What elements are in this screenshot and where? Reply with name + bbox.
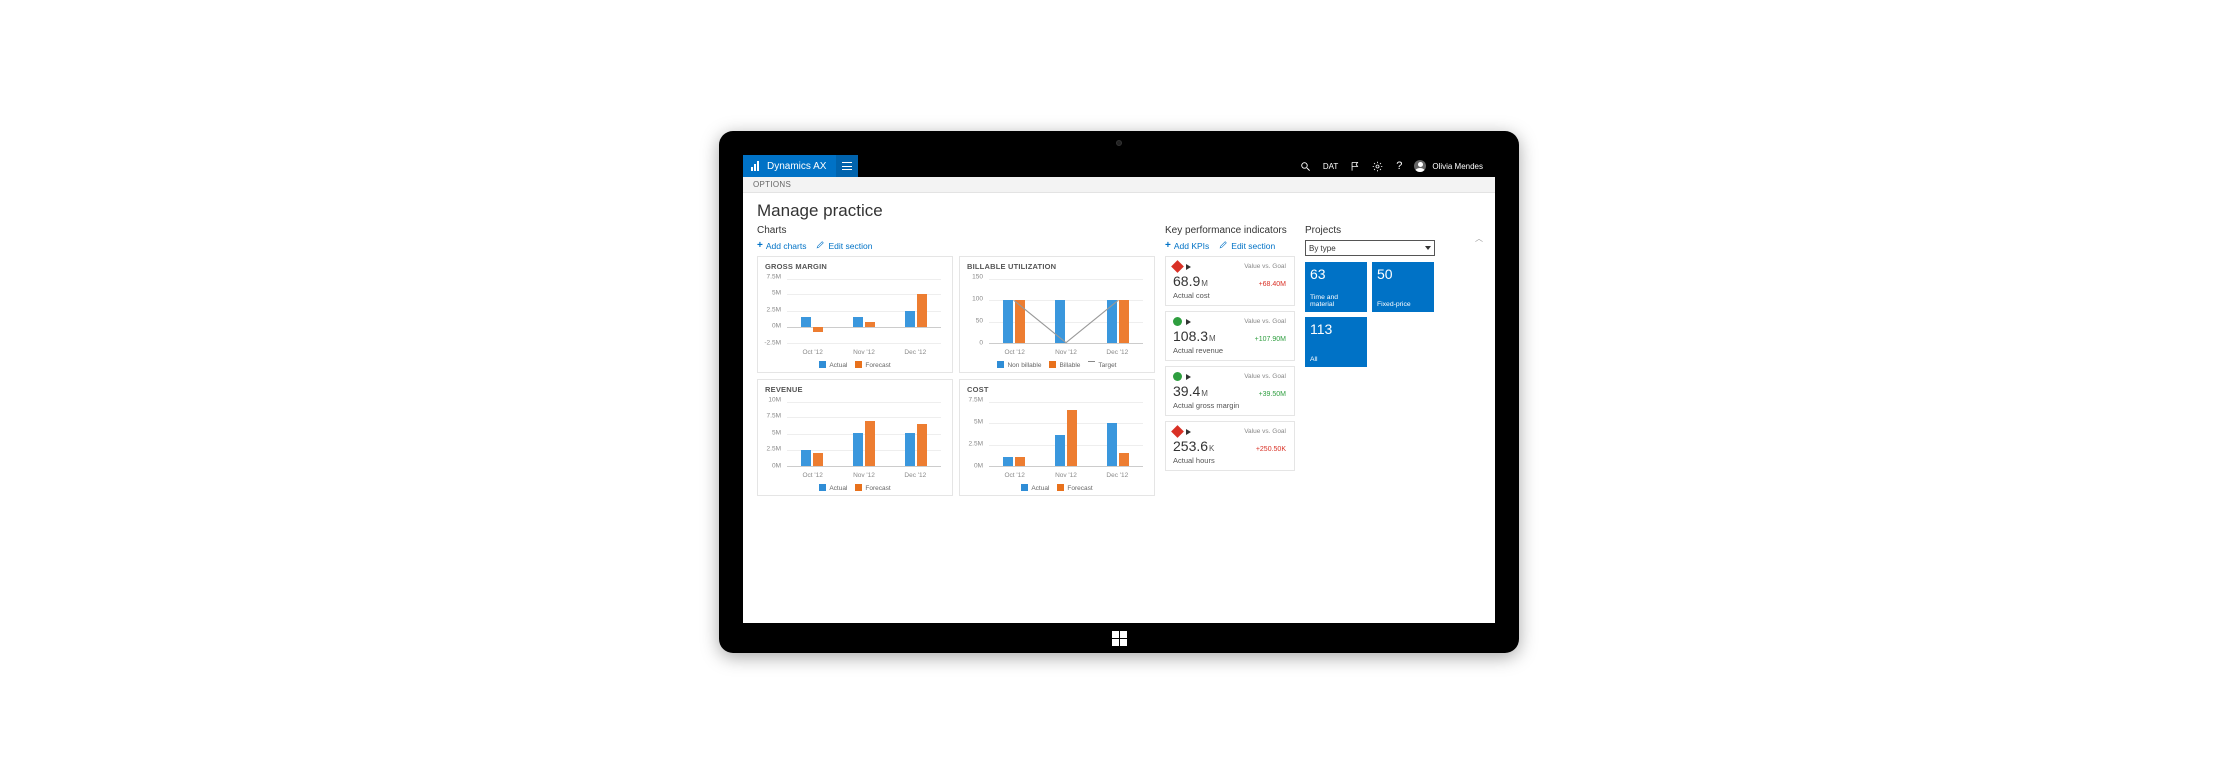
projects-title: Projects [1305,225,1481,236]
bezel-bottom [719,623,1519,653]
kpi-delta: +39.50M [1259,391,1286,398]
flag-button[interactable] [1344,155,1366,177]
scroll-up-icon[interactable]: ︿ [1475,233,1483,244]
nav-menu-button[interactable] [836,155,858,177]
project-tile[interactable]: 63 Time and material [1305,262,1367,312]
chart-revenue[interactable]: REVENUE 10M 7.5M 5M 2.5M 0M [757,379,953,496]
project-tile[interactable]: 113 All [1305,317,1367,367]
kpi-card[interactable]: Value vs. Goal253.6K+250.50KActual hours [1165,421,1295,471]
add-kpis-button[interactable]: +Add KPIs [1165,241,1209,251]
kpi-card[interactable]: Value vs. Goal108.3M+107.90MActual reven… [1165,311,1295,361]
plus-icon: + [1165,242,1171,250]
play-icon [1186,429,1191,435]
help-button[interactable]: ? [1388,155,1410,177]
billable-plot: 150 100 50 0 [967,273,1147,359]
windows-button[interactable] [1112,631,1127,646]
app-bar: Dynamics AX DAT ? Ol [743,155,1495,177]
kpi-label: Actual revenue [1173,346,1287,355]
chart-cost[interactable]: COST 7.5M 5M 2.5M 0M [959,379,1155,496]
user-name: Olivia Mendes [1432,162,1483,171]
charts-section: Charts +Add charts Edit section GROSS MA… [757,225,1155,496]
brand[interactable]: Dynamics AX [743,155,836,177]
brand-text: Dynamics AX [767,161,826,172]
kpi-delta: +250.50K [1256,446,1286,453]
tablet-device: Dynamics AX DAT ? Ol [719,131,1519,653]
plus-icon: + [757,242,763,250]
diamond-icon [1171,260,1184,273]
project-tile[interactable]: 50 Fixed-price [1372,262,1434,312]
projects-filter-select[interactable]: By type [1305,240,1435,256]
company-selector[interactable]: DAT [1317,155,1344,177]
gross-margin-plot: 7.5M 5M 2.5M 0M -2.5M [765,273,945,359]
edit-kpis-button[interactable]: Edit section [1219,240,1275,251]
tile-count: 113 [1310,321,1362,337]
pencil-icon [816,240,825,251]
charts-title: Charts [757,225,1155,236]
user-menu[interactable]: Olivia Mendes [1410,155,1495,177]
tile-count: 50 [1377,266,1429,282]
value-vs-goal-label: Value vs. Goal [1244,318,1286,325]
tile-label: All [1310,356,1362,363]
tile-count: 63 [1310,266,1362,282]
flag-icon [1350,161,1361,172]
page-title: Manage practice [757,201,1481,221]
kpi-card[interactable]: Value vs. Goal39.4M+39.50MActual gross m… [1165,366,1295,416]
kpi-title: Key performance indicators [1165,225,1295,236]
value-vs-goal-label: Value vs. Goal [1244,263,1286,270]
projects-section: Projects By type 63 Time and material 50 Fi… [1305,225,1481,496]
chart-billable-utilization[interactable]: BILLABLE UTILIZATION 150 100 50 0 [959,256,1155,373]
play-icon [1186,374,1191,380]
kpi-label: Actual cost [1173,291,1287,300]
tile-label: Time and material [1310,294,1362,308]
chevron-down-icon [1425,246,1431,250]
kpi-section: Key performance indicators +Add KPIs Edi… [1165,225,1295,496]
workspace: Manage practice Charts +Add charts Edit … [743,193,1495,623]
kpi-delta: +107.90M [1255,336,1286,343]
dot-icon [1173,317,1182,326]
brand-logo-icon [751,161,761,171]
add-charts-button[interactable]: +Add charts [757,241,806,251]
dot-icon [1173,372,1182,381]
app-screen: Dynamics AX DAT ? Ol [743,155,1495,623]
play-icon [1186,319,1191,325]
pencil-icon [1219,240,1228,251]
kpi-delta: +68.40M [1259,281,1286,288]
play-icon [1186,264,1191,270]
search-icon [1300,161,1311,172]
edit-charts-button[interactable]: Edit section [816,240,872,251]
kpi-card[interactable]: Value vs. Goal68.9M+68.40MActual cost [1165,256,1295,306]
value-vs-goal-label: Value vs. Goal [1244,428,1286,435]
avatar-icon [1414,160,1426,172]
search-button[interactable] [1295,155,1317,177]
camera-icon [1116,140,1122,146]
hamburger-icon [842,162,852,170]
chart-gross-margin[interactable]: GROSS MARGIN 7.5M 5M 2.5M 0M -2.5M [757,256,953,373]
diamond-icon [1171,425,1184,438]
gear-icon [1372,161,1383,172]
kpi-label: Actual hours [1173,456,1287,465]
value-vs-goal-label: Value vs. Goal [1244,373,1286,380]
bezel-top [719,131,1519,155]
cost-plot: 7.5M 5M 2.5M 0M [967,396,1147,482]
settings-button[interactable] [1366,155,1388,177]
tile-label: Fixed-price [1377,301,1429,308]
ribbon: OPTIONS [743,177,1495,193]
ribbon-tab-options[interactable]: OPTIONS [753,180,791,189]
revenue-plot: 10M 7.5M 5M 2.5M 0M [765,396,945,482]
kpi-label: Actual gross margin [1173,401,1287,410]
